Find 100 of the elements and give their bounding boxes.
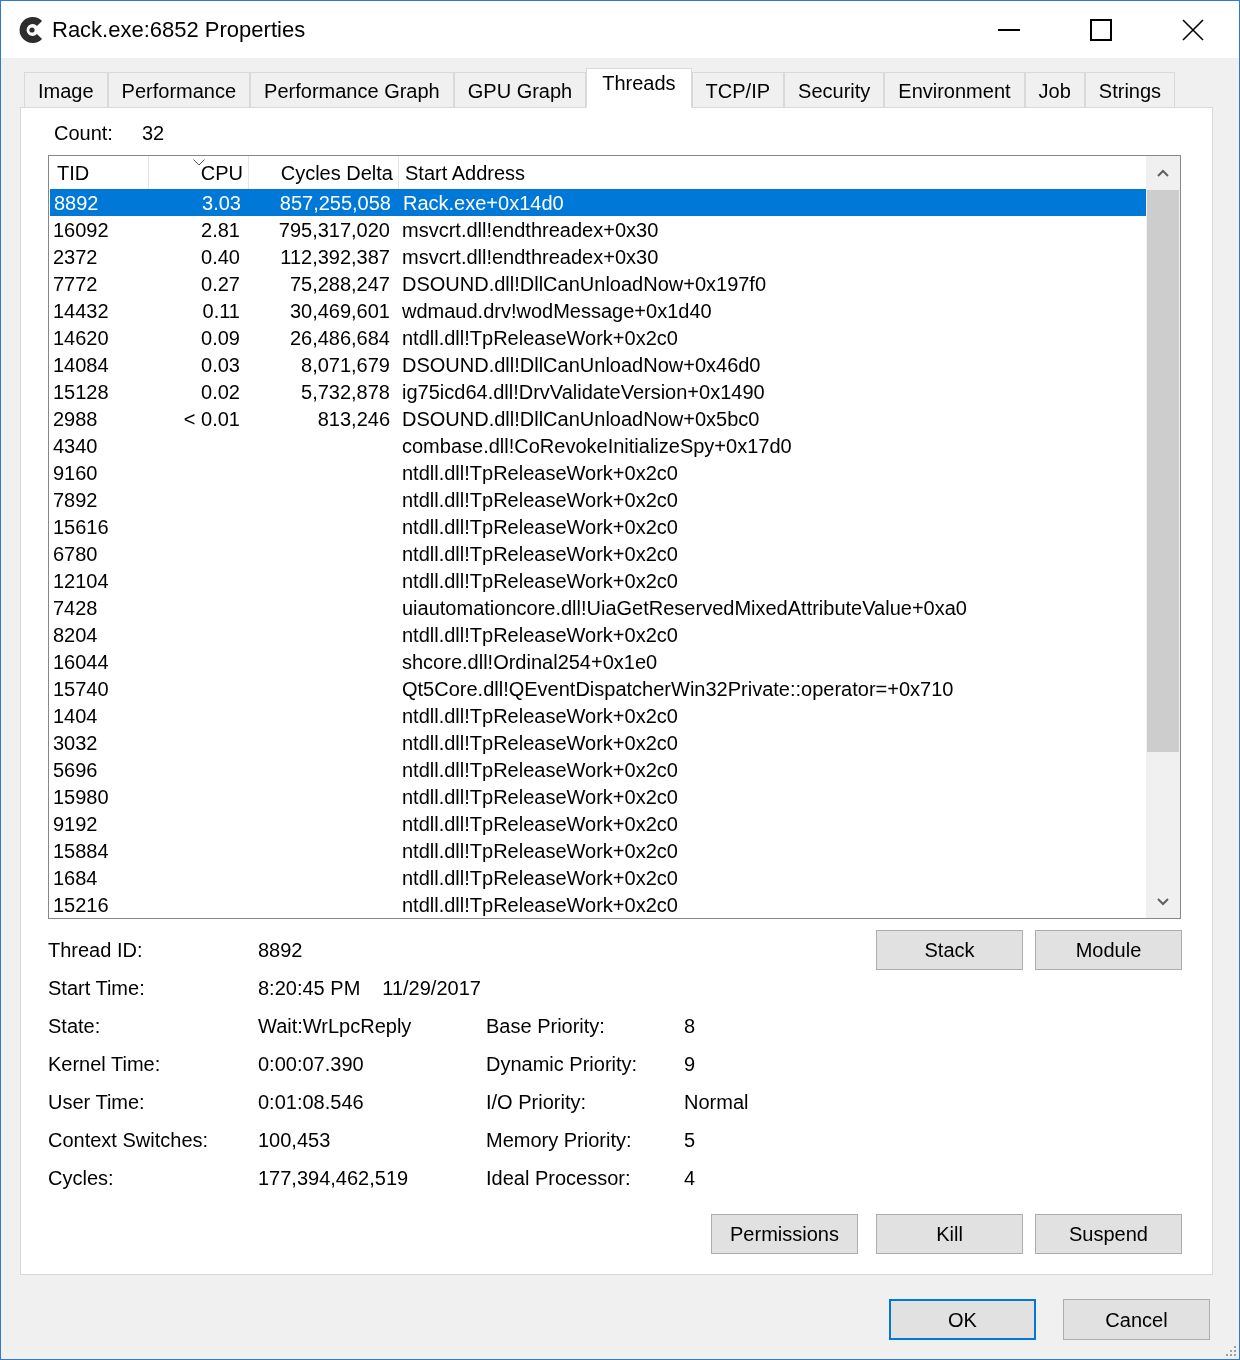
field-label: Cycles: [48, 1166, 115, 1191]
field-label: Ideal Processor: [486, 1166, 632, 1191]
dialog-button[interactable]: OK [889, 1299, 1036, 1340]
start-address-value: ntdll.dll!TpReleaseWork+0x2c0 [402, 568, 678, 593]
start-address-value: ntdll.dll!TpReleaseWork+0x2c0 [402, 892, 678, 917]
thread-row[interactable]: 7892 ntdll.dll!TpReleaseWork+0x2c0 [49, 486, 1146, 513]
thread-row[interactable]: 15616 ntdll.dll!TpReleaseWork+0x2c0 [49, 513, 1146, 540]
thread-row[interactable]: 4340 combase.dll!CoRevokeInitializeSpy+0x17d0 [49, 432, 1146, 459]
scrollbar-thumb[interactable] [1147, 190, 1179, 752]
tid-value: 1404 [53, 703, 98, 728]
field-value: 11/29/2017 [382, 976, 481, 1001]
start-address-value: ntdll.dll!TpReleaseWork+0x2c0 [402, 865, 678, 890]
thread-row[interactable]: 16044 shcore.dll!Ordinal254+0x1e0 [49, 648, 1146, 675]
tid-value: 15884 [53, 838, 109, 863]
chevron-down-icon [1157, 898, 1169, 906]
thread-row[interactable]: 2988 < 0.01 813,246 DSOUND.dll!DllCanUnloadNow+0x5bc0 [49, 405, 1146, 432]
thread-row[interactable]: 7772 0.27 75,288,247 DSOUND.dll!DllCanUnloadNow+0x197f0 [49, 270, 1146, 297]
resize-grip-icon [1225, 1345, 1237, 1357]
thread-row[interactable]: 5696 ntdll.dll!TpReleaseWork+0x2c0 [49, 756, 1146, 783]
cycles-delta-value: 8,071,679 [301, 352, 390, 377]
app-logo-icon [19, 16, 45, 43]
tid-value: 14620 [53, 325, 109, 350]
cpu-value: 0.09 [201, 325, 240, 350]
field-value: 5 [684, 1128, 696, 1153]
start-address-value: ntdll.dll!TpReleaseWork+0x2c0 [402, 514, 678, 539]
close-icon [1182, 18, 1204, 41]
thread-row[interactable]: 9192 ntdll.dll!TpReleaseWork+0x2c0 [49, 810, 1146, 837]
start-address-value: Rack.exe+0x14d0 [403, 190, 564, 215]
tid-value: 14432 [53, 298, 109, 323]
thread-action-button[interactable]: Permissions [711, 1214, 858, 1254]
cycles-delta-value: 112,392,387 [280, 244, 390, 269]
start-address-value: msvcrt.dll!endthreadex+0x30 [402, 217, 659, 242]
tab[interactable]: TCP/IP [691, 72, 785, 107]
start-address-value: msvcrt.dll!endthreadex+0x30 [402, 244, 659, 269]
start-address-value: ntdll.dll!TpReleaseWork+0x2c0 [402, 811, 678, 836]
cycles-delta-value: 75,288,247 [289, 271, 390, 296]
thread-row[interactable]: 9160 ntdll.dll!TpReleaseWork+0x2c0 [49, 459, 1146, 486]
tab[interactable]: Job [1024, 72, 1085, 107]
thread-action-button[interactable]: Stack [876, 930, 1023, 970]
thread-row[interactable]: 15980 ntdll.dll!TpReleaseWork+0x2c0 [49, 783, 1146, 810]
thread-row[interactable]: 1684 ntdll.dll!TpReleaseWork+0x2c0 [49, 864, 1146, 891]
start-address-value: ntdll.dll!TpReleaseWork+0x2c0 [402, 622, 678, 647]
cpu-value: < 0.01 [183, 406, 240, 431]
thread-row[interactable]: 15216 ntdll.dll!TpReleaseWork+0x2c0 [49, 891, 1146, 918]
cycles-delta-value: 813,246 [317, 406, 390, 431]
field-value: Normal [684, 1090, 749, 1115]
start-address-value: ntdll.dll!TpReleaseWork+0x2c0 [402, 487, 678, 512]
start-address-value: ntdll.dll!TpReleaseWork+0x2c0 [402, 730, 678, 755]
thread-action-button[interactable]: Module [1035, 930, 1182, 970]
thread-row[interactable]: 7428 uiautomationcore.dll!UiaGetReservedMixedAttributeValue+0xa0 [49, 594, 1146, 621]
field-value: 0:00:07.390 [258, 1052, 364, 1077]
thread-action-button[interactable]: Kill [876, 1214, 1023, 1254]
tab[interactable]: Environment [884, 72, 1025, 107]
tab[interactable]: Image [24, 72, 108, 107]
tid-value: 2988 [53, 406, 98, 431]
dialog-button[interactable]: Cancel [1063, 1299, 1210, 1340]
thread-row[interactable]: 2372 0.40 112,392,387 msvcrt.dll!endthreadex+0x30 [49, 243, 1146, 270]
thread-row[interactable]: 15884 ntdll.dll!TpReleaseWork+0x2c0 [49, 837, 1146, 864]
cycles-delta-value: 795,317,020 [278, 217, 390, 242]
scrollbar[interactable] [1146, 156, 1180, 918]
cycles-delta-value: 857,255,058 [279, 190, 391, 215]
thread-row[interactable]: 6780 ntdll.dll!TpReleaseWork+0x2c0 [49, 540, 1146, 567]
thread-row[interactable]: 14084 0.03 8,071,679 DSOUND.dll!DllCanUnloadNow+0x46d0 [49, 351, 1146, 378]
tab[interactable]: GPU Graph [453, 72, 587, 107]
thread-row[interactable]: 3032 ntdll.dll!TpReleaseWork+0x2c0 [49, 729, 1146, 756]
field-label: Start Time: [48, 976, 146, 1001]
tab[interactable]: Performance Graph [250, 72, 454, 107]
tab[interactable]: Threads [586, 68, 692, 108]
thread-row[interactable]: 8892 3.03 857,255,058 Rack.exe+0x14d0 [50, 189, 1146, 216]
cpu-value: 0.27 [201, 271, 240, 296]
cpu-value: 0.11 [202, 298, 240, 323]
thread-row[interactable]: 1404 ntdll.dll!TpReleaseWork+0x2c0 [49, 702, 1146, 729]
tid-value: 9160 [53, 460, 98, 485]
tid-value: 5696 [53, 757, 98, 782]
thread-action-button[interactable]: Suspend [1035, 1214, 1182, 1254]
start-address-value: ntdll.dll!TpReleaseWork+0x2c0 [402, 703, 678, 728]
tid-value: 15740 [53, 676, 109, 701]
thread-row[interactable]: 15740 Qt5Core.dll!QEventDispatcherWin32Private::operator=+0x710 [49, 675, 1146, 702]
start-address-value: DSOUND.dll!DllCanUnloadNow+0x197f0 [402, 271, 767, 296]
tid-value: 1684 [53, 865, 98, 890]
thread-row[interactable]: 14620 0.09 26,486,684 ntdll.dll!TpReleaseWork+0x2c0 [49, 324, 1146, 351]
column-header[interactable]: Start Address [399, 156, 1146, 189]
tid-value: 15128 [53, 379, 109, 404]
start-address-value: ntdll.dll!TpReleaseWork+0x2c0 [402, 325, 678, 350]
thread-row[interactable]: 14432 0.11 30,469,601 wdmaud.drv!wodMessage+0x1d40 [49, 297, 1146, 324]
start-address-value: ig75icd64.dll!DrvValidateVersion+0x1490 [402, 379, 765, 404]
thread-row[interactable]: 15128 0.02 5,732,878 ig75icd64.dll!DrvValidateVersion+0x1490 [49, 378, 1146, 405]
thread-row[interactable]: 8204 ntdll.dll!TpReleaseWork+0x2c0 [49, 621, 1146, 648]
tid-value: 14084 [53, 352, 109, 377]
start-address-value: Qt5Core.dll!QEventDispatcherWin32Private::operator=+0x710 [402, 676, 954, 701]
tab[interactable]: Strings [1084, 72, 1176, 107]
field-value: 100,453 [258, 1128, 331, 1153]
field-label: Context Switches: [48, 1128, 210, 1153]
tab[interactable]: Performance [107, 72, 251, 107]
field-value: 177,394,462,519 [258, 1166, 409, 1191]
tab[interactable]: Security [784, 72, 885, 107]
thread-row[interactable]: 12104 ntdll.dll!TpReleaseWork+0x2c0 [49, 567, 1146, 594]
tid-value: 9192 [53, 811, 98, 836]
tid-value: 8204 [53, 622, 98, 647]
thread-row[interactable]: 16092 2.81 795,317,020 msvcrt.dll!endthreadex+0x30 [49, 216, 1146, 243]
